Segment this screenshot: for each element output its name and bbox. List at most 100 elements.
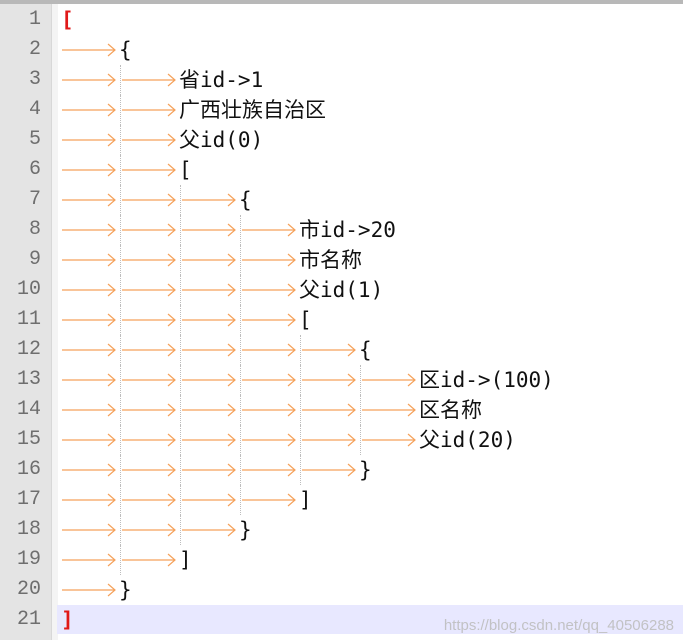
- line-number[interactable]: 16: [0, 455, 41, 485]
- line-number[interactable]: 2: [0, 35, 41, 65]
- code-text: 区id->(100): [419, 368, 554, 392]
- tab-arrow-icon: [62, 403, 116, 417]
- tab-arrow-icon: [122, 103, 176, 117]
- code-line[interactable]: }: [57, 575, 683, 605]
- line-number[interactable]: 19: [0, 545, 41, 575]
- tab-arrow-icon: [182, 403, 236, 417]
- code-line[interactable]: 广西壮族自治区: [57, 95, 683, 125]
- code-text: ]: [61, 608, 74, 632]
- code-line[interactable]: {: [57, 35, 683, 65]
- line-number[interactable]: 20: [0, 575, 41, 605]
- line-number[interactable]: 5: [0, 125, 41, 155]
- tab-arrow-icon: [242, 373, 296, 387]
- line-number[interactable]: 8: [0, 215, 41, 245]
- tab-arrow-icon: [122, 253, 176, 267]
- code-text: {: [359, 338, 372, 362]
- code-line[interactable]: 区id->(100): [57, 365, 683, 395]
- code-text: ]: [299, 488, 312, 512]
- code-line[interactable]: ]: [57, 545, 683, 575]
- code-text: [: [179, 158, 192, 182]
- tab-arrow-icon: [62, 103, 116, 117]
- tab-arrow-icon: [302, 343, 356, 357]
- tab-arrow-icon: [182, 373, 236, 387]
- tab-arrow-icon: [242, 403, 296, 417]
- tab-arrow-icon: [242, 343, 296, 357]
- code-line[interactable]: ]: [57, 485, 683, 515]
- code-line[interactable]: 市id->20: [57, 215, 683, 245]
- tab-arrow-icon: [62, 553, 116, 567]
- line-number[interactable]: 15: [0, 425, 41, 455]
- tab-arrow-icon: [122, 493, 176, 507]
- tab-arrow-icon: [182, 313, 236, 327]
- tab-arrow-icon: [62, 313, 116, 327]
- tab-arrow-icon: [122, 193, 176, 207]
- tab-arrow-icon: [182, 463, 236, 477]
- line-number[interactable]: 12: [0, 335, 41, 365]
- line-number[interactable]: 18: [0, 515, 41, 545]
- tab-arrow-icon: [62, 163, 116, 177]
- code-text: ]: [179, 548, 192, 572]
- tab-arrow-icon: [182, 193, 236, 207]
- line-number[interactable]: 1: [0, 5, 41, 35]
- tab-arrow-icon: [62, 43, 116, 57]
- watermark-text: https://blog.csdn.net/qq_40506288: [443, 617, 674, 634]
- code-line[interactable]: }: [57, 455, 683, 485]
- line-number[interactable]: 9: [0, 245, 41, 275]
- tab-arrow-icon: [62, 193, 116, 207]
- code-line[interactable]: {: [57, 335, 683, 365]
- code-line[interactable]: 市名称: [57, 245, 683, 275]
- tab-arrow-icon: [242, 283, 296, 297]
- tab-arrow-icon: [122, 343, 176, 357]
- code-text: 省id->1: [179, 68, 264, 92]
- tab-arrow-icon: [302, 373, 356, 387]
- code-line[interactable]: 区名称: [57, 395, 683, 425]
- tab-arrow-icon: [122, 223, 176, 237]
- line-number[interactable]: 14: [0, 395, 41, 425]
- tab-arrow-icon: [182, 523, 236, 537]
- code-text: {: [119, 38, 132, 62]
- tab-arrow-icon: [62, 223, 116, 237]
- code-line[interactable]: {: [57, 185, 683, 215]
- tab-arrow-icon: [62, 463, 116, 477]
- code-line[interactable]: 省id->1: [57, 65, 683, 95]
- tab-arrow-icon: [242, 313, 296, 327]
- tab-arrow-icon: [182, 493, 236, 507]
- tab-arrow-icon: [182, 283, 236, 297]
- line-number[interactable]: 11: [0, 305, 41, 335]
- tab-arrow-icon: [62, 493, 116, 507]
- code-text: 父id(20): [419, 428, 516, 452]
- tab-arrow-icon: [122, 553, 176, 567]
- line-number[interactable]: 3: [0, 65, 41, 95]
- code-editor[interactable]: 1 2 3 4 5 6 7 8 9 10 11 12 13 14 15 16 17 18 19 20 21 [{省id-…: [0, 0, 683, 640]
- tab-arrow-icon: [302, 403, 356, 417]
- code-text: 市id->20: [299, 218, 396, 242]
- tab-arrow-icon: [362, 403, 416, 417]
- line-number[interactable]: 7: [0, 185, 41, 215]
- code-line[interactable]: [: [57, 305, 683, 335]
- code-line[interactable]: [: [57, 5, 683, 35]
- tab-arrow-icon: [62, 523, 116, 537]
- line-number-gutter[interactable]: 1 2 3 4 5 6 7 8 9 10 11 12 13 14 15 16 17 18 19 20 21: [0, 4, 51, 640]
- tab-arrow-icon: [182, 343, 236, 357]
- code-line[interactable]: 父id(20): [57, 425, 683, 455]
- tab-arrow-icon: [182, 223, 236, 237]
- tab-arrow-icon: [62, 373, 116, 387]
- tab-arrow-icon: [62, 433, 116, 447]
- line-number[interactable]: 13: [0, 365, 41, 395]
- code-line[interactable]: [: [57, 155, 683, 185]
- line-number[interactable]: 17: [0, 485, 41, 515]
- line-number[interactable]: 21: [0, 605, 41, 635]
- tab-arrow-icon: [62, 73, 116, 87]
- code-text: [: [61, 8, 74, 32]
- tab-arrow-icon: [122, 523, 176, 537]
- code-line[interactable]: 父id(1): [57, 275, 683, 305]
- line-number[interactable]: 10: [0, 275, 41, 305]
- tab-arrow-icon: [62, 133, 116, 147]
- tab-arrow-icon: [362, 373, 416, 387]
- code-line[interactable]: }: [57, 515, 683, 545]
- line-number[interactable]: 6: [0, 155, 41, 185]
- code-text: 广西壮族自治区: [179, 98, 326, 122]
- line-number[interactable]: 4: [0, 95, 41, 125]
- tab-arrow-icon: [122, 283, 176, 297]
- code-line[interactable]: 父id(0): [57, 125, 683, 155]
